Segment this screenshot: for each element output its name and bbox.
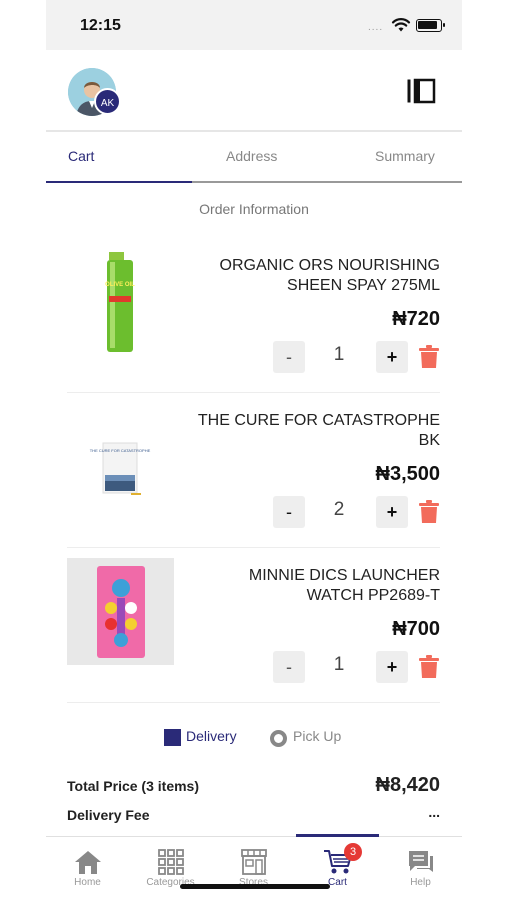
nav-home-label: Home xyxy=(74,877,101,888)
status-bar: 12:15 .... xyxy=(46,0,462,50)
increase-quantity-button[interactable]: + xyxy=(376,341,408,373)
status-time: 12:15 xyxy=(80,17,121,34)
trash-icon[interactable] xyxy=(419,345,439,369)
phone-screen: 12:15 .... AK Cart Address Summary Order… xyxy=(46,0,462,900)
trash-icon[interactable] xyxy=(419,655,439,679)
delivery-fee-value: ... xyxy=(428,804,440,820)
cart-item: OLIVE OIL ORGANIC ORS NOURISHING SHEEN S… xyxy=(67,238,440,393)
delivery-fee-label: Delivery Fee xyxy=(67,807,150,823)
trash-icon[interactable] xyxy=(419,500,439,524)
item-name: ORGANIC ORS NOURISHING SHEEN SPAY 275ML xyxy=(219,257,440,294)
store-icon xyxy=(240,849,267,875)
section-title: Order Information xyxy=(199,201,309,217)
total-price-label: Total Price (3 items) xyxy=(67,778,200,794)
decrease-quantity-button[interactable]: - xyxy=(273,341,305,373)
header-divider xyxy=(46,130,462,132)
nav-help-label: Help xyxy=(410,877,431,888)
pickup-radio[interactable] xyxy=(270,730,287,747)
home-indicator[interactable] xyxy=(180,884,330,889)
item-divider xyxy=(67,702,440,703)
quantity-value: 1 xyxy=(333,344,345,365)
delivery-option-label[interactable]: Delivery xyxy=(186,728,237,744)
cart-item: THE CURE FOR CATASTROPHE THE CURE FOR CA… xyxy=(67,393,440,548)
cart-count-badge: 3 xyxy=(344,843,362,861)
cart-item: MINNIE DICS LAUNCHER WATCH PP2689-T ₦700… xyxy=(67,548,440,703)
quantity-value: 2 xyxy=(333,499,345,520)
bottom-nav-divider xyxy=(46,836,462,837)
chat-icon xyxy=(408,851,433,872)
battery-icon xyxy=(416,19,445,32)
nav-help[interactable]: Help xyxy=(379,840,462,895)
tab-summary[interactable]: Summary xyxy=(375,148,435,164)
increase-quantity-button[interactable]: + xyxy=(376,496,408,528)
avatar-initials-badge: AK xyxy=(94,88,121,115)
book-cover-title: THE CURE FOR CATASTROPHE xyxy=(90,448,151,453)
bottom-nav-active-indicator xyxy=(296,834,379,837)
item-price: ₦720 xyxy=(392,308,440,330)
tab-address[interactable]: Address xyxy=(226,148,277,164)
grid-icon xyxy=(157,849,184,875)
increase-quantity-button[interactable]: + xyxy=(376,651,408,683)
tab-active-indicator xyxy=(46,181,192,183)
product-image-watch[interactable] xyxy=(67,558,174,665)
decrease-quantity-button[interactable]: - xyxy=(273,651,305,683)
delivery-checkbox[interactable] xyxy=(164,729,181,746)
home-icon xyxy=(74,851,101,874)
sidebar-toggle-icon[interactable] xyxy=(406,78,436,104)
total-price-value: ₦8,420 xyxy=(375,774,441,796)
pickup-option-label[interactable]: Pick Up xyxy=(293,728,341,744)
nav-home[interactable]: Home xyxy=(46,840,129,895)
product-image-sheen-spray[interactable]: OLIVE OIL xyxy=(67,248,174,355)
bottle-label: OLIVE OIL xyxy=(105,282,135,288)
item-name: THE CURE FOR CATASTROPHE BK xyxy=(197,412,440,449)
item-price: ₦700 xyxy=(392,618,440,640)
decrease-quantity-button[interactable]: - xyxy=(273,496,305,528)
product-image-book[interactable]: THE CURE FOR CATASTROPHE xyxy=(67,403,174,510)
wifi-icon xyxy=(391,18,411,32)
signal-dots-icon: .... xyxy=(368,22,384,33)
tab-cart[interactable]: Cart xyxy=(68,148,94,164)
item-name: MINNIE DICS LAUNCHER WATCH PP2689-T xyxy=(248,567,440,604)
item-price: ₦3,500 xyxy=(375,463,441,485)
quantity-value: 1 xyxy=(333,654,345,675)
